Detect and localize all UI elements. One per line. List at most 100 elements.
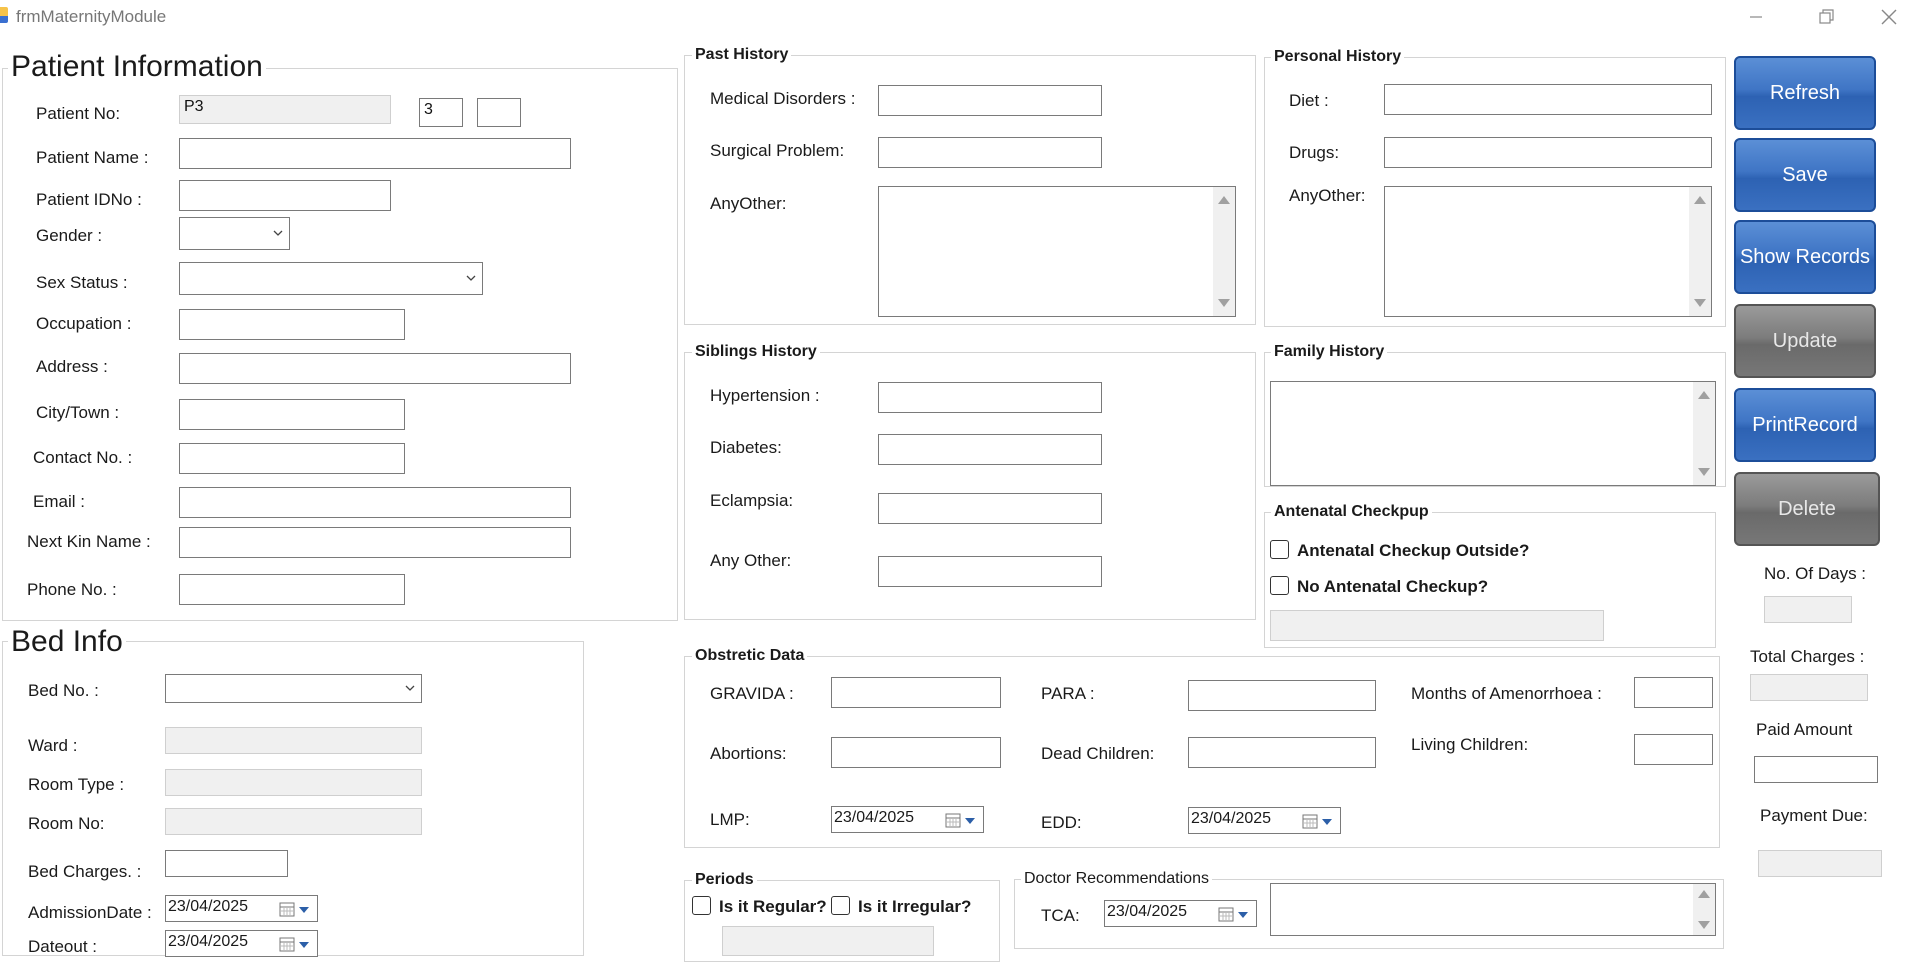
amenorrhoea-field[interactable] (1634, 677, 1713, 708)
show-records-button[interactable]: Show Records (1734, 220, 1876, 294)
patient-name-field[interactable] (179, 138, 571, 169)
dead-children-field[interactable] (1188, 737, 1376, 768)
no-of-days-field[interactable] (1764, 596, 1852, 623)
siblings-anyother-field[interactable] (878, 556, 1102, 587)
irregular-label: Is it Irregular? (858, 897, 972, 916)
antenatal-outside-checkbox[interactable] (1270, 540, 1289, 559)
sex-status-select[interactable] (179, 262, 483, 295)
title-bar: frmMaternityModule (0, 0, 1905, 34)
room-no-field[interactable] (165, 808, 422, 835)
address-field[interactable] (179, 353, 571, 384)
admission-date-picker[interactable]: 23/04/2025 (165, 895, 318, 922)
admission-date-value: 23/04/2025 (168, 898, 249, 915)
bed-no-select[interactable] (165, 674, 422, 703)
total-charges-field[interactable] (1750, 674, 1868, 701)
scroll-up-icon (1694, 196, 1706, 204)
drugs-label: Drugs: (1289, 143, 1340, 162)
minimize-button[interactable] (1733, 4, 1779, 30)
drugs-field[interactable] (1384, 137, 1712, 168)
scrollbar[interactable] (1213, 187, 1235, 316)
past-anyother-textarea[interactable] (878, 186, 1236, 317)
city-field[interactable] (179, 399, 405, 430)
diabetes-field[interactable] (878, 434, 1102, 465)
eclampsia-field[interactable] (878, 493, 1102, 524)
delete-button[interactable]: Delete (1734, 472, 1880, 546)
dropdown-arrow-icon (965, 817, 975, 824)
ward-field[interactable] (165, 727, 422, 754)
patient-no-field[interactable]: P3 (179, 95, 391, 124)
patient-no-seq-field[interactable]: 3 (419, 98, 463, 127)
email-field[interactable] (179, 487, 571, 518)
scroll-up-icon (1698, 391, 1710, 399)
edd-label: EDD: (1041, 813, 1082, 832)
periods-detail-field[interactable] (722, 926, 934, 956)
ward-label: Ward : (28, 736, 78, 755)
living-children-field[interactable] (1634, 734, 1713, 765)
gender-select[interactable] (179, 217, 290, 250)
patient-info-title: Patient Information (8, 50, 266, 84)
refresh-button[interactable]: Refresh (1734, 56, 1876, 130)
personal-anyother-textarea[interactable] (1384, 186, 1712, 317)
contact-field[interactable] (179, 443, 405, 474)
gravida-field[interactable] (831, 677, 1001, 708)
edd-date-picker[interactable]: 23/04/2025 (1188, 807, 1341, 834)
room-no-label: Room No: (28, 814, 105, 833)
hypertension-field[interactable] (878, 382, 1102, 413)
dateout-picker[interactable]: 23/04/2025 (165, 930, 318, 957)
scrollbar[interactable] (1693, 382, 1715, 485)
chevron-down-icon (466, 275, 476, 281)
calendar-icon (945, 813, 961, 827)
tca-date-picker[interactable]: 23/04/2025 (1104, 900, 1257, 927)
calendar-icon (279, 937, 295, 951)
payment-due-label: Payment Due: (1760, 806, 1868, 825)
dateout-label: Dateout : (28, 937, 97, 956)
close-button[interactable] (1873, 4, 1905, 30)
surgical-problem-field[interactable] (878, 137, 1102, 168)
patient-no-extra-field[interactable] (477, 98, 521, 127)
hypertension-label: Hypertension : (710, 386, 820, 405)
medical-disorders-label: Medical Disorders : (710, 89, 856, 108)
no-antenatal-checkbox[interactable] (1270, 576, 1289, 595)
restore-button[interactable] (1803, 4, 1849, 30)
para-field[interactable] (1188, 680, 1376, 711)
para-label: PARA : (1041, 684, 1095, 703)
patient-idno-field[interactable] (179, 180, 391, 211)
antenatal-detail-field[interactable] (1270, 610, 1604, 641)
medical-disorders-field[interactable] (878, 85, 1102, 116)
irregular-checkbox[interactable] (831, 896, 850, 915)
next-kin-field[interactable] (179, 527, 571, 558)
update-button[interactable]: Update (1734, 304, 1876, 378)
paid-amount-field[interactable] (1754, 756, 1878, 783)
print-record-button[interactable]: PrintRecord (1734, 388, 1876, 462)
personal-anyother-label: AnyOther: (1289, 186, 1366, 205)
payment-due-field[interactable] (1758, 850, 1882, 877)
scroll-up-icon (1218, 196, 1230, 204)
personal-history-title: Personal History (1271, 48, 1405, 66)
abortions-field[interactable] (831, 737, 1001, 768)
scrollbar[interactable] (1693, 884, 1715, 935)
scroll-down-icon (1698, 921, 1710, 929)
email-label: Email : (33, 492, 85, 511)
bed-charges-field[interactable] (165, 850, 288, 877)
city-label: City/Town : (36, 403, 120, 422)
room-type-field[interactable] (165, 769, 422, 796)
chevron-down-icon (405, 685, 415, 691)
scrollbar[interactable] (1689, 187, 1711, 316)
past-anyother-label: AnyOther: (710, 194, 787, 213)
occupation-field[interactable] (179, 309, 405, 340)
save-button[interactable]: Save (1734, 138, 1876, 212)
minimize-icon (1750, 16, 1762, 18)
bed-no-label: Bed No. : (28, 681, 99, 700)
lmp-label: LMP: (710, 810, 750, 829)
family-history-textarea[interactable] (1270, 381, 1716, 486)
phone-field[interactable] (179, 574, 405, 605)
dropdown-arrow-icon (299, 941, 309, 948)
gravida-label: GRAVIDA : (710, 684, 794, 703)
patient-name-label: Patient Name : (36, 148, 149, 167)
lmp-date-picker[interactable]: 23/04/2025 (831, 806, 984, 833)
bed-charges-label: Bed Charges. : (28, 862, 142, 881)
regular-checkbox[interactable] (692, 896, 711, 915)
diet-field[interactable] (1384, 84, 1712, 115)
doctor-recommendation-textarea[interactable] (1270, 883, 1716, 936)
total-charges-label: Total Charges : (1750, 647, 1865, 666)
